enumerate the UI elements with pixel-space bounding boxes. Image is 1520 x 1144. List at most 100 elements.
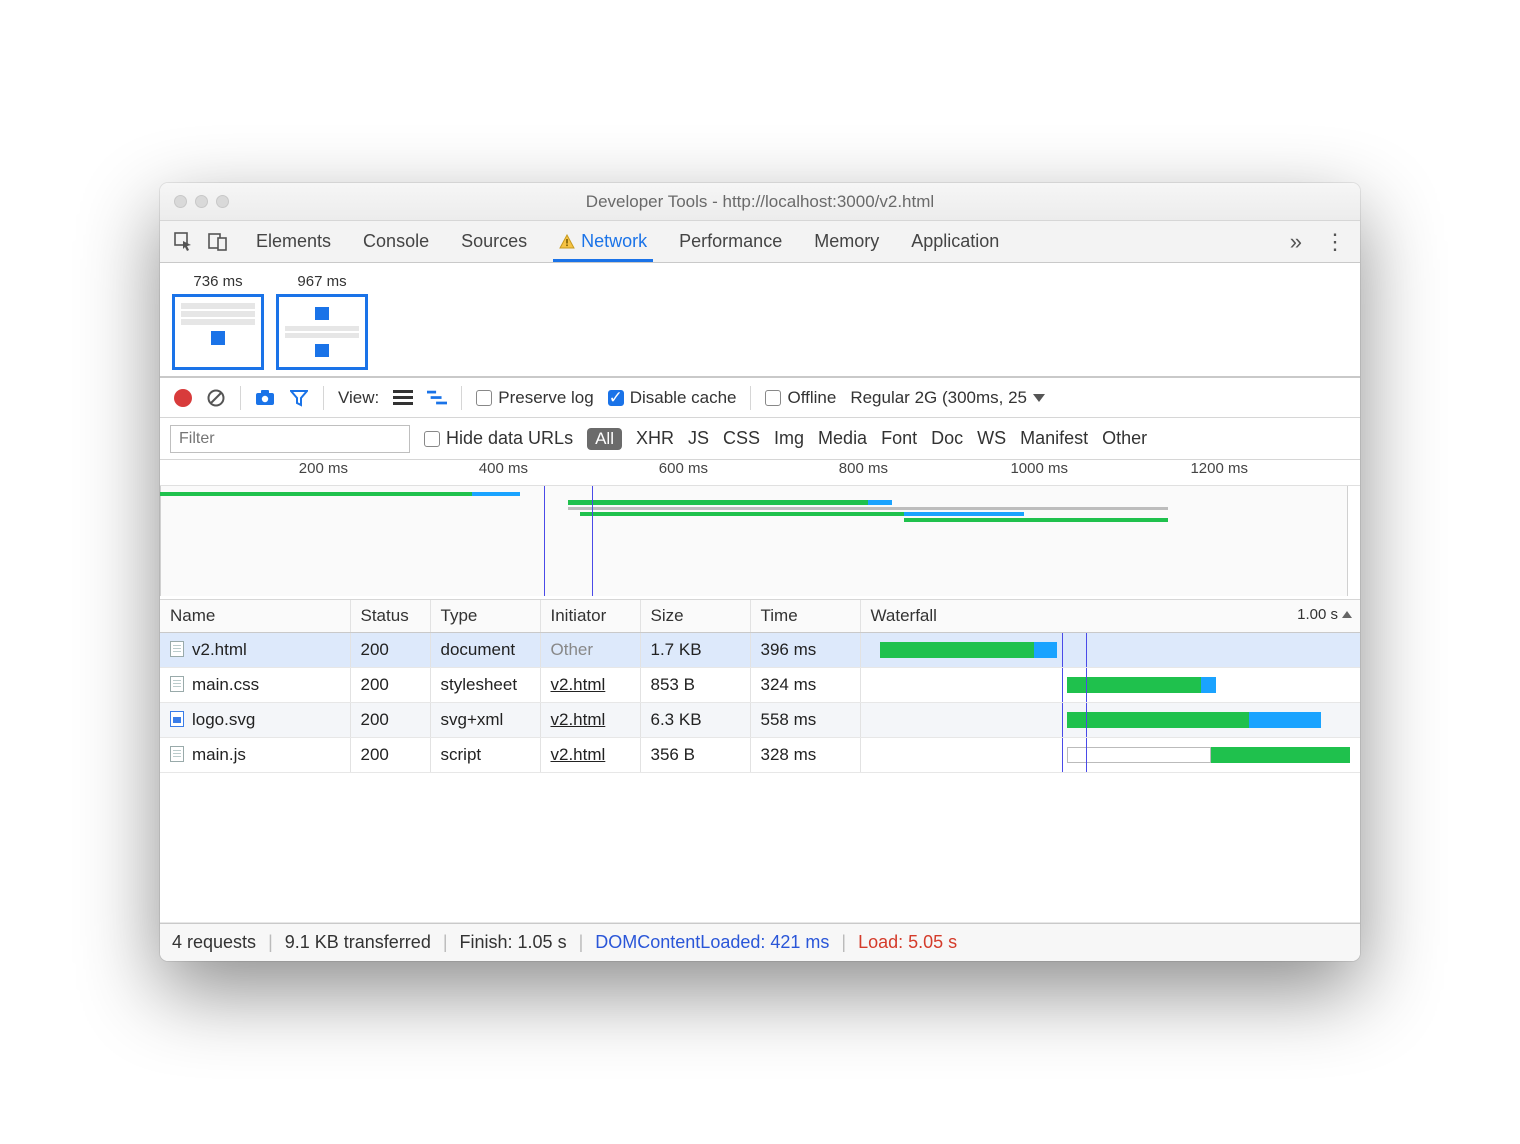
checkbox-checked-icon: ✓: [608, 390, 624, 406]
tab-performance[interactable]: Performance: [679, 223, 782, 260]
request-size: 356 B: [640, 738, 750, 773]
empty-space: [160, 773, 1360, 923]
filmstrip-frame[interactable]: 967 ms: [276, 273, 368, 370]
document-file-icon: [170, 676, 184, 692]
checkbox-icon: [765, 390, 781, 406]
table-header-row: Name Status Type Initiator Size Time Wat…: [160, 600, 1360, 633]
tab-elements[interactable]: Elements: [256, 223, 331, 260]
request-initiator[interactable]: v2.html: [551, 675, 606, 694]
status-bar: 4 requests | 9.1 KB transferred | Finish…: [160, 923, 1360, 961]
filter-type-doc[interactable]: Doc: [931, 428, 963, 449]
disable-cache-label: Disable cache: [630, 388, 737, 408]
overview-bar: [568, 500, 868, 505]
divider: |: [268, 932, 273, 953]
status-requests: 4 requests: [172, 932, 256, 953]
filter-type-img[interactable]: Img: [774, 428, 804, 449]
tab-application[interactable]: Application: [911, 223, 999, 260]
request-status: 200: [350, 703, 430, 738]
filter-type-other[interactable]: Other: [1102, 428, 1147, 449]
offline-checkbox[interactable]: Offline: [765, 388, 836, 408]
document-file-icon: [170, 746, 184, 762]
request-type: svg+xml: [430, 703, 540, 738]
overview-bar: [868, 500, 892, 505]
checkbox-icon: [424, 431, 440, 447]
filter-type-manifest[interactable]: Manifest: [1020, 428, 1088, 449]
overview-bar: [472, 492, 520, 496]
disable-cache-checkbox[interactable]: ✓ Disable cache: [608, 388, 737, 408]
tab-console[interactable]: Console: [363, 223, 429, 260]
tab-network[interactable]: Network: [559, 223, 647, 260]
col-initiator[interactable]: Initiator: [540, 600, 640, 633]
inspect-icon[interactable]: [174, 232, 194, 252]
filmstrip-frame[interactable]: 736 ms: [172, 273, 264, 370]
filter-type-ws[interactable]: WS: [977, 428, 1006, 449]
view-label: View:: [338, 388, 379, 408]
col-status[interactable]: Status: [350, 600, 430, 633]
waterfall-cell: [871, 709, 1351, 731]
zoom-icon[interactable]: [216, 195, 229, 208]
kebab-menu-icon[interactable]: ⋮: [1324, 229, 1346, 255]
filter-type-font[interactable]: Font: [881, 428, 917, 449]
request-size: 1.7 KB: [640, 633, 750, 668]
capture-screenshots-icon[interactable]: [255, 388, 275, 408]
request-initiator[interactable]: v2.html: [551, 745, 606, 764]
filter-input[interactable]: [170, 425, 410, 453]
filter-type-js[interactable]: JS: [688, 428, 709, 449]
waterfall-view-icon[interactable]: [427, 388, 447, 408]
request-type: document: [430, 633, 540, 668]
minimize-icon[interactable]: [195, 195, 208, 208]
table-row[interactable]: main.js 200 script v2.html 356 B 328 ms: [160, 738, 1360, 773]
request-initiator: Other: [551, 640, 594, 659]
chevron-down-icon: [1033, 394, 1045, 402]
divider: [240, 386, 241, 410]
request-status: 200: [350, 668, 430, 703]
col-name[interactable]: Name: [160, 600, 350, 633]
filter-type-all[interactable]: All: [587, 428, 622, 450]
col-type[interactable]: Type: [430, 600, 540, 633]
table-row[interactable]: logo.svg 200 svg+xml v2.html 6.3 KB 558 …: [160, 703, 1360, 738]
col-size[interactable]: Size: [640, 600, 750, 633]
filter-type-css[interactable]: CSS: [723, 428, 760, 449]
col-waterfall[interactable]: Waterfall 1.00 s: [860, 600, 1360, 633]
tab-memory[interactable]: Memory: [814, 223, 879, 260]
throttling-value: Regular 2G (300ms, 25: [850, 388, 1027, 408]
waterfall-cell: [871, 744, 1351, 766]
request-time: 324 ms: [750, 668, 860, 703]
warning-icon: [559, 234, 575, 250]
filter-type-xhr[interactable]: XHR: [636, 428, 674, 449]
device-toggle-icon[interactable]: [208, 232, 228, 252]
overview-timeline[interactable]: 200 ms 400 ms 600 ms 800 ms 1000 ms 1200…: [160, 460, 1360, 600]
filmstrip-thumbnail: [276, 294, 368, 370]
filter-type-media[interactable]: Media: [818, 428, 867, 449]
waterfall-cell: [871, 639, 1351, 661]
ruler-tick: 200 ms: [299, 460, 352, 477]
more-tabs-icon[interactable]: »: [1290, 229, 1302, 255]
request-time: 396 ms: [750, 633, 860, 668]
clear-icon[interactable]: [206, 388, 226, 408]
throttling-select[interactable]: Regular 2G (300ms, 25: [850, 388, 1045, 408]
waterfall-scale: 1.00 s: [1297, 606, 1352, 623]
record-button[interactable]: [174, 389, 192, 407]
hide-data-urls-checkbox[interactable]: Hide data URLs: [424, 428, 573, 449]
tab-sources[interactable]: Sources: [461, 223, 527, 260]
status-finish: Finish: 1.05 s: [460, 932, 567, 953]
tab-network-label: Network: [581, 231, 647, 252]
table-row[interactable]: v2.html 200 document Other 1.7 KB 396 ms: [160, 633, 1360, 668]
col-time[interactable]: Time: [750, 600, 860, 633]
overview-bar: [160, 492, 472, 496]
overview-ruler: 200 ms 400 ms 600 ms 800 ms 1000 ms 1200…: [160, 460, 1360, 486]
request-status: 200: [350, 633, 430, 668]
filter-icon[interactable]: [289, 388, 309, 408]
overview-bar: [904, 518, 1168, 522]
filmstrip-frame-label: 967 ms: [276, 273, 368, 290]
request-time: 558 ms: [750, 703, 860, 738]
request-initiator[interactable]: v2.html: [551, 710, 606, 729]
status-transferred: 9.1 KB transferred: [285, 932, 431, 953]
table-row[interactable]: main.css 200 stylesheet v2.html 853 B 32…: [160, 668, 1360, 703]
preserve-log-checkbox[interactable]: Preserve log: [476, 388, 593, 408]
close-icon[interactable]: [174, 195, 187, 208]
titlebar: Developer Tools - http://localhost:3000/…: [160, 183, 1360, 221]
large-rows-icon[interactable]: [393, 388, 413, 408]
request-name: main.css: [192, 675, 259, 694]
offline-label: Offline: [787, 388, 836, 408]
